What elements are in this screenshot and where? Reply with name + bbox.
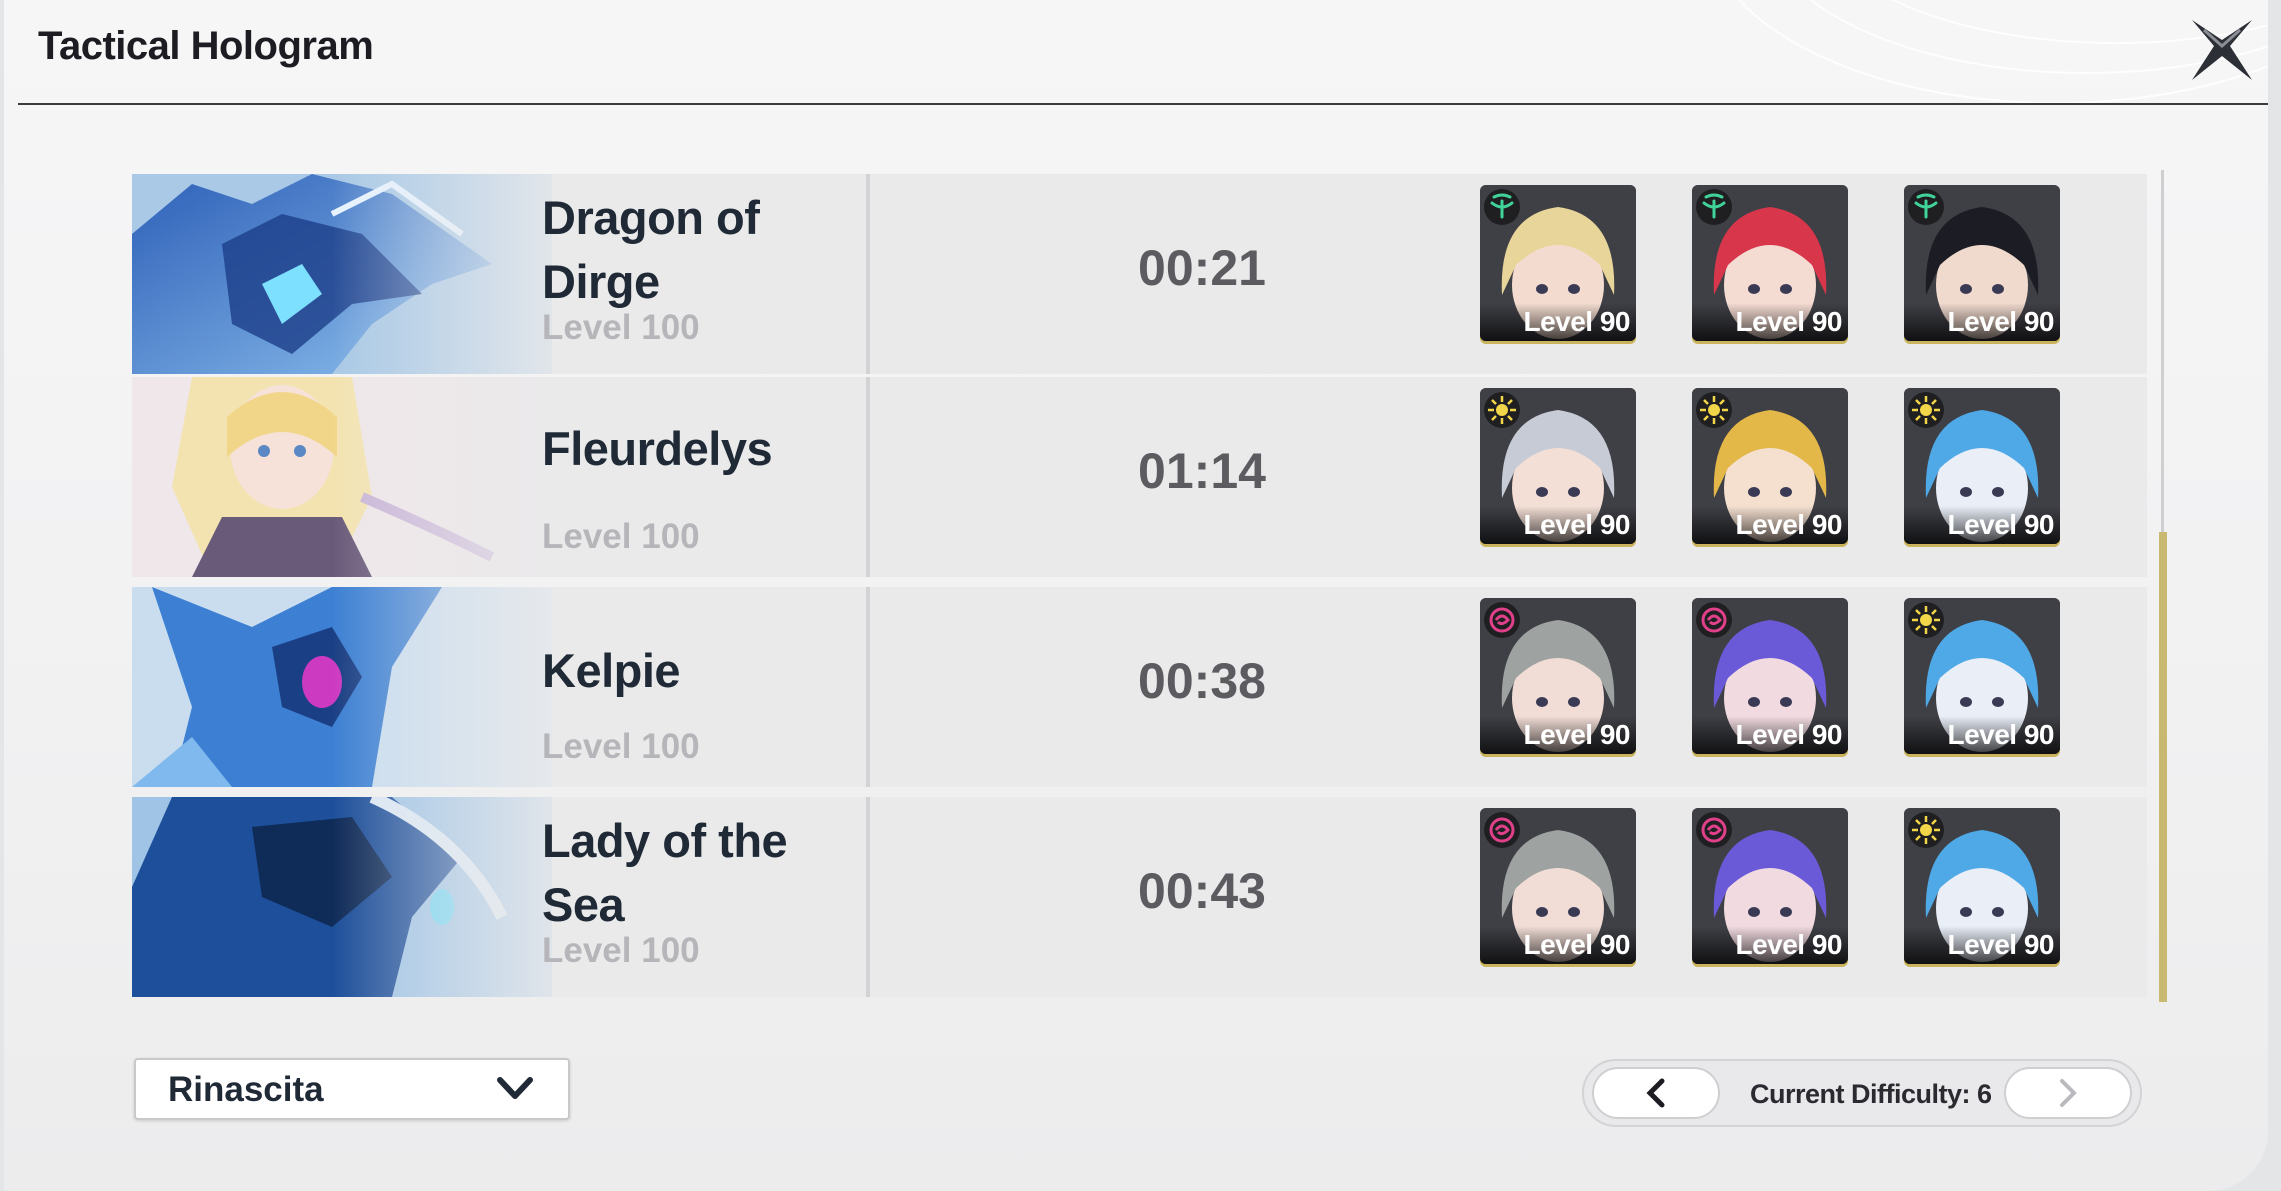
next-difficulty-button[interactable]	[2004, 1067, 2132, 1119]
havoc-icon	[1484, 812, 1520, 848]
character-level: Level 90	[1904, 303, 2060, 341]
region-select-dropdown[interactable]: Rinascita	[134, 1058, 570, 1120]
boss-name: Dragon of Dirge	[542, 191, 760, 308]
spectro-icon	[1696, 392, 1732, 428]
character-card[interactable]: Level 90	[1692, 388, 1848, 544]
row-divider	[866, 587, 870, 787]
havoc-icon	[1696, 602, 1732, 638]
aero-icon	[1484, 189, 1520, 225]
character-card[interactable]: Level 90	[1692, 598, 1848, 754]
character-card[interactable]: Level 90	[1692, 808, 1848, 964]
boss-record-row[interactable]: Dragon of Dirge Level 100 00:21 Level 90…	[132, 174, 2147, 374]
chevron-down-icon	[497, 1077, 533, 1099]
team-lineup: Level 90 Level 90 Level 90	[1480, 808, 2080, 968]
close-x-icon[interactable]	[2184, 12, 2260, 88]
character-level: Level 90	[1692, 303, 1848, 341]
character-level: Level 90	[1692, 506, 1848, 544]
team-lineup: Level 90 Level 90 Level 90	[1480, 388, 2080, 548]
boss-name: Fleurdelys	[542, 422, 773, 475]
clear-time: 00:21	[1138, 240, 1266, 296]
character-card[interactable]: Level 90	[1480, 388, 1636, 544]
spectro-icon	[1908, 812, 1944, 848]
character-level: Level 90	[1480, 716, 1636, 754]
aero-icon	[1696, 189, 1732, 225]
character-card[interactable]: Level 90	[1480, 185, 1636, 341]
character-level: Level 90	[1904, 926, 2060, 964]
spectro-icon	[1908, 602, 1944, 638]
character-card[interactable]: Level 90	[1904, 185, 2060, 341]
chevron-left-icon	[1646, 1078, 1665, 1108]
boss-level: Level 100	[542, 517, 700, 556]
chevron-right-icon	[2060, 1079, 2077, 1107]
tactical-hologram-panel: Tactical Hologram Dragon of Dirge Level …	[4, 0, 2268, 1191]
row-divider	[866, 174, 870, 374]
havoc-icon	[1696, 812, 1732, 848]
character-level: Level 90	[1480, 506, 1636, 544]
character-card[interactable]: Level 90	[1904, 598, 2060, 754]
boss-record-row[interactable]: Kelpie Level 100 00:38 Level 90 Level 90 L…	[132, 587, 2147, 787]
character-level: Level 90	[1480, 926, 1636, 964]
character-level: Level 90	[1904, 716, 2060, 754]
character-card[interactable]: Level 90	[1904, 388, 2060, 544]
spectro-icon	[1484, 392, 1520, 428]
region-select-value: Rinascita	[168, 1070, 324, 1109]
boss-level: Level 100	[542, 931, 700, 970]
row-divider	[866, 377, 870, 577]
clear-time: 00:43	[1138, 863, 1266, 919]
window-title: Tactical Hologram	[38, 24, 374, 68]
row-divider	[866, 797, 870, 997]
title-divider	[18, 103, 2268, 105]
team-lineup: Level 90 Level 90 Level 90	[1480, 598, 2080, 758]
boss-level: Level 100	[542, 727, 700, 766]
character-level: Level 90	[1692, 716, 1848, 754]
difficulty-selector: Current Difficulty: 6	[1582, 1059, 2142, 1127]
character-level: Level 90	[1692, 926, 1848, 964]
boss-record-row[interactable]: Lady of the Sea Level 100 00:43 Level 90…	[132, 797, 2147, 997]
character-level: Level 90	[1480, 303, 1636, 341]
havoc-icon	[1484, 602, 1520, 638]
previous-difficulty-button[interactable]	[1592, 1067, 1720, 1119]
character-card[interactable]: Level 90	[1480, 808, 1636, 964]
clear-time: 01:14	[1138, 443, 1266, 499]
character-level: Level 90	[1904, 506, 2060, 544]
clear-time: 00:38	[1138, 653, 1266, 709]
character-card[interactable]: Level 90	[1692, 185, 1848, 341]
spectro-icon	[1908, 392, 1944, 428]
aero-icon	[1908, 189, 1944, 225]
character-card[interactable]: Level 90	[1904, 808, 2060, 964]
boss-name: Kelpie	[542, 644, 681, 697]
current-difficulty-label: Current Difficulty: 6	[1750, 1079, 1992, 1109]
character-card[interactable]: Level 90	[1480, 598, 1636, 754]
scrollbar-thumb[interactable]	[2159, 532, 2167, 1002]
boss-level: Level 100	[542, 308, 700, 347]
team-lineup: Level 90 Level 90 Level 90	[1480, 185, 2080, 345]
boss-record-row[interactable]: Fleurdelys Level 100 01:14 Level 90 Level…	[132, 377, 2147, 577]
boss-name: Lady of the Sea	[542, 814, 788, 931]
